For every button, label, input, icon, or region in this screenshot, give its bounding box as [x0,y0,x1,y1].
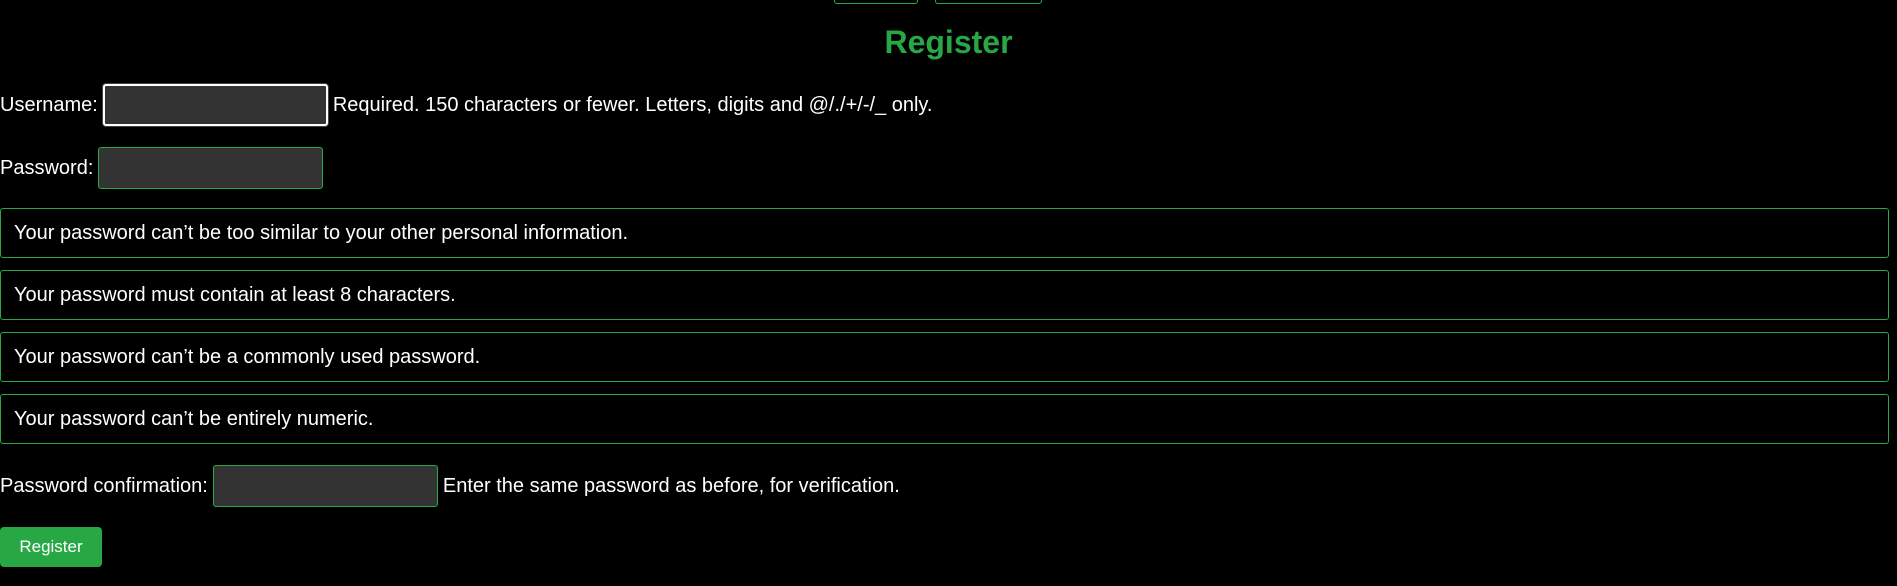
password-rule-item: Your password can’t be too similar to yo… [0,208,1889,258]
username-help-text: Required. 150 characters or fewer. Lette… [332,93,933,116]
username-label: Username: [0,93,98,116]
password-confirmation-row: Password confirmation: Enter the same pa… [0,463,900,509]
password-confirmation-label: Password confirmation: [0,474,208,497]
password-confirmation-input[interactable] [212,465,438,507]
password-confirmation-help-text: Enter the same password as before, for v… [442,474,900,497]
password-rule-item: Your password can’t be a commonly used p… [0,332,1889,382]
password-rule-item: Your password must contain at least 8 ch… [0,270,1889,320]
nav-button-partial[interactable] [834,0,918,4]
password-rules-list: Your password can’t be too similar to yo… [0,208,1889,456]
nav-button-partial[interactable] [935,0,1042,4]
register-button[interactable]: Register [0,527,102,567]
username-row: Username: Required. 150 characters or fe… [0,82,933,128]
register-page: Register Username: Required. 150 charact… [0,0,1897,586]
password-input[interactable] [98,147,324,189]
page-title: Register [884,24,1013,60]
username-input[interactable] [102,84,328,126]
password-label: Password: [0,156,94,179]
password-rule-item: Your password can’t be entirely numeric. [0,394,1889,444]
password-row: Password: [0,145,324,191]
